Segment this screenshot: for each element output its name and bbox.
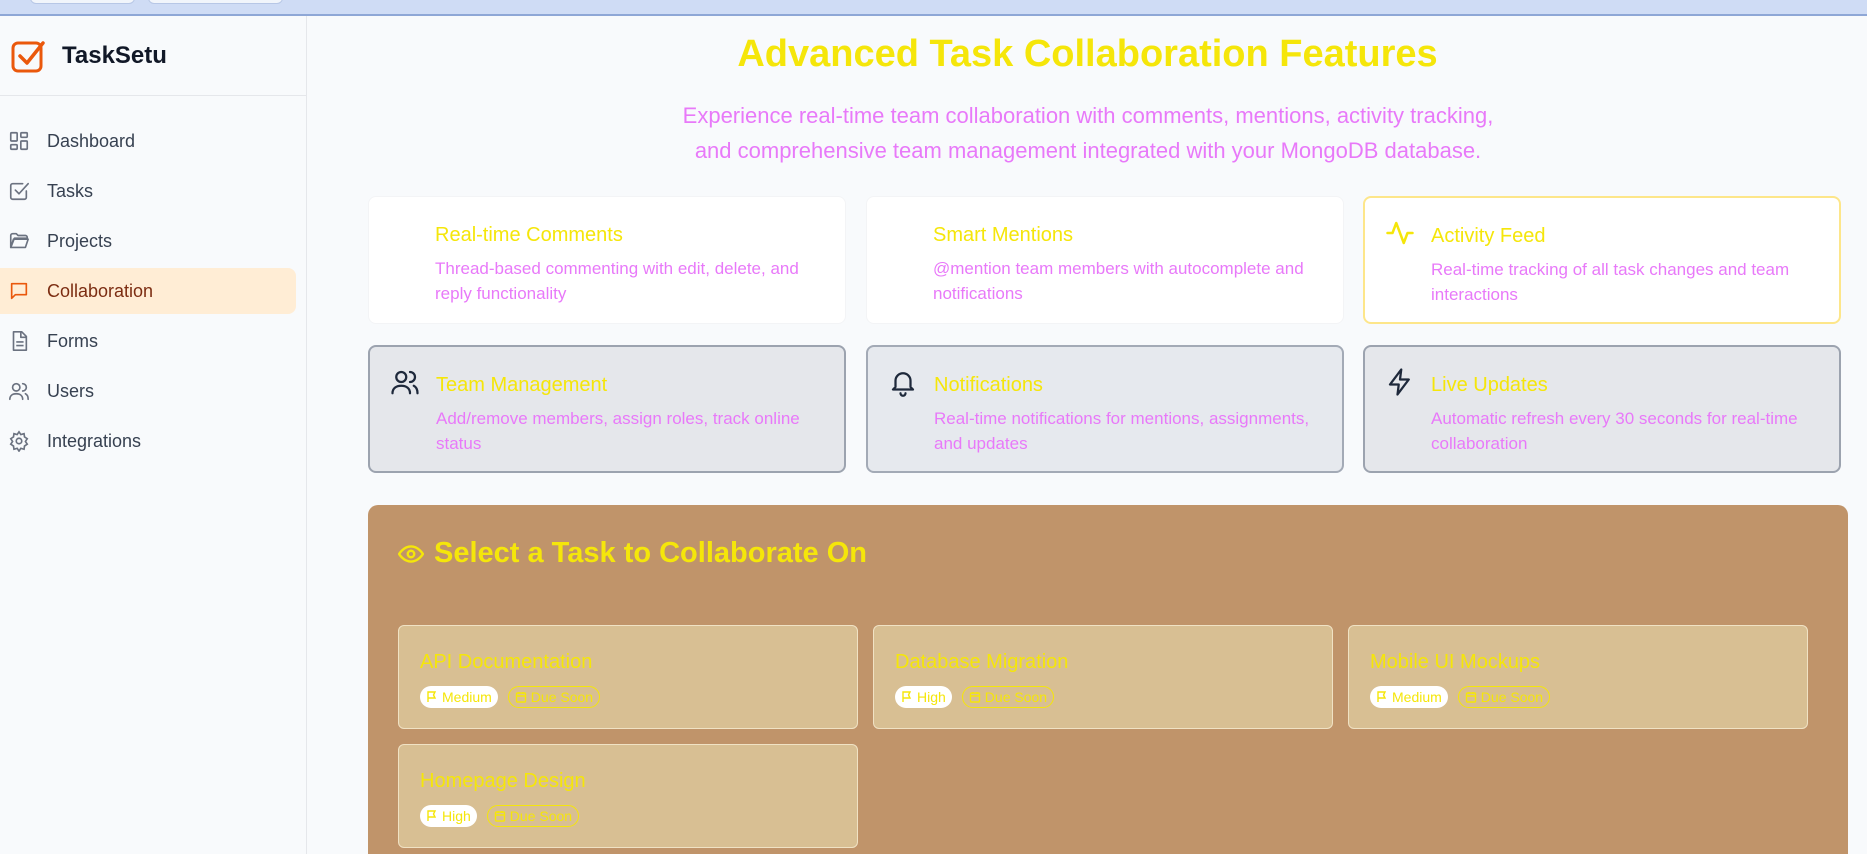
feature-description: @mention team members with autocomplete … [933,259,1304,303]
flag-icon [427,691,437,702]
due-badge: Due Soon [507,686,601,708]
task-name: Database Migration [895,651,1069,673]
brand[interactable]: TaskSetu [0,16,306,96]
sidebar-item-label: Projects [47,230,113,251]
feature-title: Live Updates [1431,374,1548,396]
feature-description: Thread-based commenting with edit, delet… [435,259,799,303]
main-content: Advanced Task Collaboration Features Exp… [308,16,1867,854]
dashboard-icon [8,130,30,152]
panel-header: Select a Task to Collaborate On [397,537,867,570]
calendar-icon [1465,692,1476,703]
task-badges: High Due Soon [895,686,1055,708]
due-label: Due Soon [984,689,1048,705]
logo-checkbox-icon [11,40,45,72]
task-card[interactable]: Mobile UI Mockups Medium Due Soon [1348,625,1808,729]
eye-icon [397,541,425,567]
lightning-icon [1385,367,1415,397]
sidebar-item-forms[interactable]: Forms [0,318,296,364]
top-tab-pill[interactable] [30,0,135,4]
priority-label: High [442,808,471,824]
flag-icon [902,691,912,702]
users-icon [390,367,420,397]
feature-description: Add/remove members, assign roles, track … [436,409,800,453]
feature-title: Notifications [934,374,1043,396]
priority-badge: High [420,805,477,827]
activity-icon [1385,218,1415,248]
folder-icon [8,230,30,252]
sidebar-item-collaboration[interactable]: Collaboration [0,268,296,314]
calendar-icon [515,692,526,703]
sidebar-item-tasks[interactable]: Tasks [0,168,296,214]
task-select-panel: Select a Task to Collaborate On API Docu… [368,505,1848,854]
priority-badge: Medium [1370,686,1448,708]
flag-icon [1377,691,1387,702]
feature-title: Real-time Comments [435,224,623,246]
due-label: Due Soon [509,808,573,824]
task-card[interactable]: API Documentation Medium Due Soon [398,625,858,729]
sidebar-item-label: Collaboration [47,280,154,301]
task-badges: High Due Soon [420,805,580,827]
feature-title: Team Management [436,374,608,396]
task-name: Mobile UI Mockups [1370,651,1541,673]
feature-card-activity: Activity Feed Real-time tracking of all … [1363,196,1841,324]
task-name: API Documentation [420,651,593,673]
feature-card-notifications: Notifications Real-time notifications fo… [866,345,1344,473]
priority-label: Medium [1392,689,1442,705]
page-title: Advanced Task Collaboration Features [737,33,1438,75]
document-icon [8,330,30,352]
feature-card-live-updates: Live Updates Automatic refresh every 30 … [1363,345,1841,473]
feature-description: Automatic refresh every 30 seconds for r… [1431,409,1798,453]
feature-description: Real-time notifications for mentions, as… [934,409,1310,453]
checkbox-icon [8,180,30,202]
browser-top-bar [0,0,1867,16]
feature-description: Real-time tracking of all task changes a… [1431,260,1790,304]
panel-title: Select a Task to Collaborate On [434,537,867,569]
gear-icon [8,430,30,452]
task-card[interactable]: Homepage Design High Due Soon [398,744,858,848]
feature-card-comments: Real-time Comments Thread-based commenti… [368,196,846,324]
bell-icon [888,367,918,397]
priority-badge: High [895,686,952,708]
sidebar-item-label: Forms [47,330,98,351]
priority-badge: Medium [420,686,498,708]
brand-name: TaskSetu [62,41,167,69]
sidebar-nav: Dashboard Tasks Projects Collaboration F… [0,96,306,464]
feature-title: Smart Mentions [933,224,1074,246]
task-badges: Medium Due Soon [1370,686,1551,708]
priority-label: High [917,689,946,705]
task-name: Homepage Design [420,770,586,792]
due-badge: Due Soon [1457,686,1551,708]
sidebar-item-projects[interactable]: Projects [0,218,296,264]
sidebar-item-label: Users [47,380,95,401]
calendar-icon [969,692,980,703]
feature-card-mentions: Smart Mentions @mention team members wit… [866,196,1344,324]
top-tab-pill[interactable] [148,0,283,4]
sidebar: TaskSetu Dashboard Tasks Projects Collab… [0,16,307,854]
sidebar-item-dashboard[interactable]: Dashboard [0,118,296,164]
feature-title: Activity Feed [1431,225,1546,247]
sidebar-item-integrations[interactable]: Integrations [0,418,296,464]
due-badge: Due Soon [486,805,580,827]
users-icon [8,380,30,402]
calendar-icon [494,811,505,822]
sidebar-item-label: Tasks [47,180,94,201]
page-subtitle: Experience real-time team collaboration … [682,103,1494,163]
flag-icon [427,810,437,821]
due-label: Due Soon [530,689,594,705]
due-label: Due Soon [1480,689,1544,705]
sidebar-item-label: Integrations [47,430,142,451]
sidebar-item-label: Dashboard [47,130,136,151]
sidebar-item-users[interactable]: Users [0,368,296,414]
priority-label: Medium [442,689,492,705]
feature-card-team-management: Team Management Add/remove members, assi… [368,345,846,473]
task-card[interactable]: Database Migration High Due Soon [873,625,1333,729]
task-badges: Medium Due Soon [420,686,601,708]
due-badge: Due Soon [961,686,1055,708]
chat-icon [8,280,30,302]
